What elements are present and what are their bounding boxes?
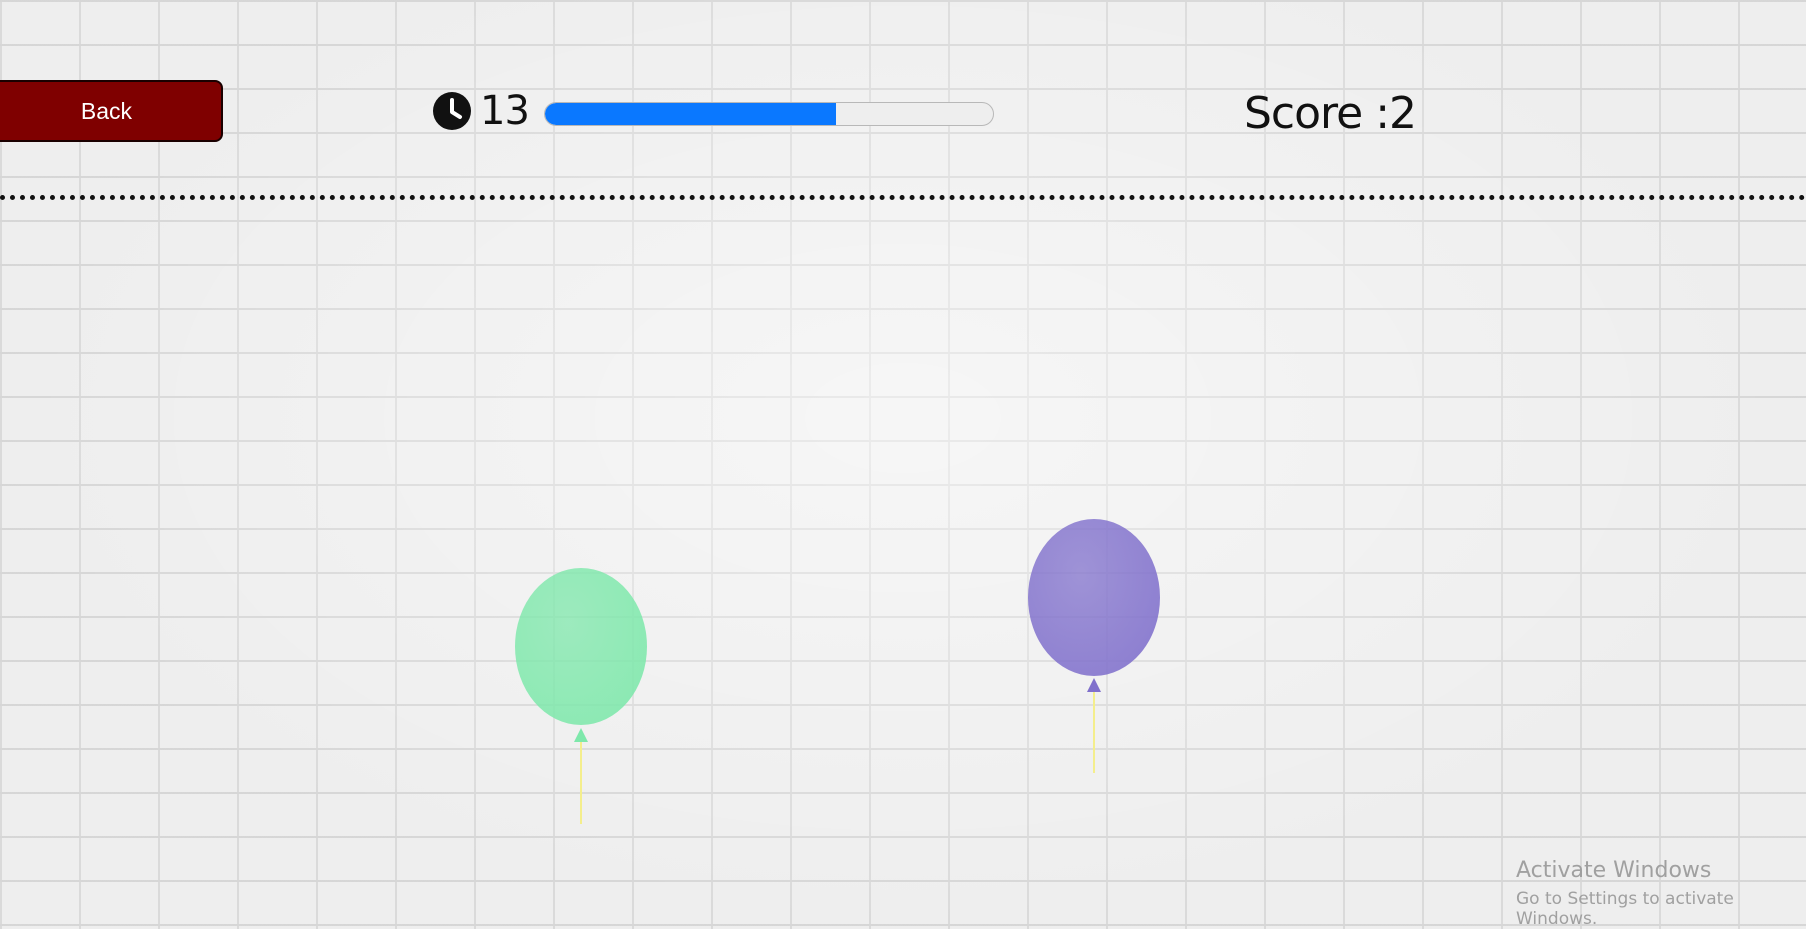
timer-value: 13 [480,88,530,134]
timer: 13 [432,88,530,134]
activate-windows-watermark: Activate Windows Go to Settings to activ… [1516,858,1806,929]
score-display: Score :2 [1244,88,1417,139]
time-progress-bar [544,102,994,126]
balloon-green[interactable] [515,568,647,824]
play-area-divider [0,195,1806,200]
balloon-knot [574,728,588,742]
balloon-purple[interactable] [1028,519,1160,773]
activate-windows-subtitle: Go to Settings to activate Windows. [1516,889,1734,929]
activate-windows-title: Activate Windows [1516,858,1712,883]
time-progress-fill [545,103,837,125]
clock-icon [433,92,471,130]
brick-wall-background [0,0,1806,929]
balloon-body [515,568,647,725]
back-button[interactable]: Back [0,80,223,142]
balloon-string [580,742,582,824]
balloon-body [1028,519,1160,676]
balloon-string [1093,692,1095,773]
balloon-knot [1087,678,1101,692]
